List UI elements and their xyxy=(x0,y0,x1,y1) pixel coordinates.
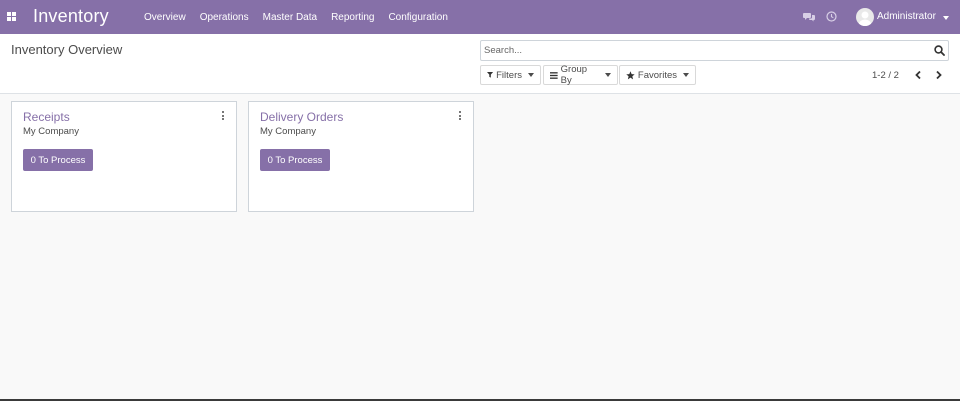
pager-value[interactable]: 1-2 / 2 xyxy=(872,70,899,81)
to-process-button[interactable]: 0 To Process xyxy=(260,149,330,171)
chevron-down-icon xyxy=(605,73,611,77)
menu-item-master-data[interactable]: Master Data xyxy=(263,12,317,23)
control-panel: Inventory Overview Filters Group By Favo… xyxy=(0,34,960,94)
card-company: My Company xyxy=(260,126,316,137)
kanban-card-receipts: Receipts My Company 0 To Process xyxy=(11,101,237,212)
list-icon xyxy=(550,71,558,79)
search-input[interactable] xyxy=(483,42,923,59)
group-by-button[interactable]: Group By xyxy=(543,64,618,86)
chat-icon[interactable] xyxy=(803,12,815,22)
group-by-label: Group By xyxy=(560,64,588,86)
card-company: My Company xyxy=(23,126,79,137)
page-title: Inventory Overview xyxy=(11,42,123,57)
menu-item-configuration[interactable]: Configuration xyxy=(388,12,447,23)
filters-button[interactable]: Filters xyxy=(480,65,541,85)
favorites-label: Favorites xyxy=(637,69,677,81)
search-box xyxy=(480,40,949,61)
star-icon xyxy=(626,70,635,79)
menu-item-operations[interactable]: Operations xyxy=(200,12,249,23)
app-brand[interactable]: Inventory xyxy=(33,6,109,27)
favorites-button[interactable]: Favorites xyxy=(619,65,696,85)
vertical-dots-icon[interactable] xyxy=(222,111,225,120)
clock-icon[interactable] xyxy=(826,11,837,22)
to-process-button[interactable]: 0 To Process xyxy=(23,149,93,171)
menu-item-reporting[interactable]: Reporting xyxy=(331,12,374,23)
chevron-left-icon[interactable] xyxy=(914,70,923,80)
main-menu: Overview Operations Master Data Reportin… xyxy=(144,0,462,34)
chevron-down-icon[interactable] xyxy=(943,16,949,20)
search-icon[interactable] xyxy=(934,45,945,56)
avatar[interactable] xyxy=(856,8,874,26)
filter-icon xyxy=(487,71,494,78)
filters-label: Filters xyxy=(496,69,522,81)
user-menu-name[interactable]: Administrator xyxy=(877,11,936,22)
user-avatar-icon xyxy=(859,11,871,26)
vertical-dots-icon[interactable] xyxy=(459,111,462,120)
card-title[interactable]: Delivery Orders xyxy=(260,110,343,124)
top-navbar: Inventory Overview Operations Master Dat… xyxy=(0,0,960,34)
chevron-down-icon xyxy=(683,73,689,77)
card-title[interactable]: Receipts xyxy=(23,110,70,124)
kanban-card-delivery-orders: Delivery Orders My Company 0 To Process xyxy=(248,101,474,212)
menu-item-overview[interactable]: Overview xyxy=(144,12,186,23)
apps-grid-icon[interactable] xyxy=(7,12,16,21)
chevron-right-icon[interactable] xyxy=(934,70,943,80)
chevron-down-icon xyxy=(528,73,534,77)
